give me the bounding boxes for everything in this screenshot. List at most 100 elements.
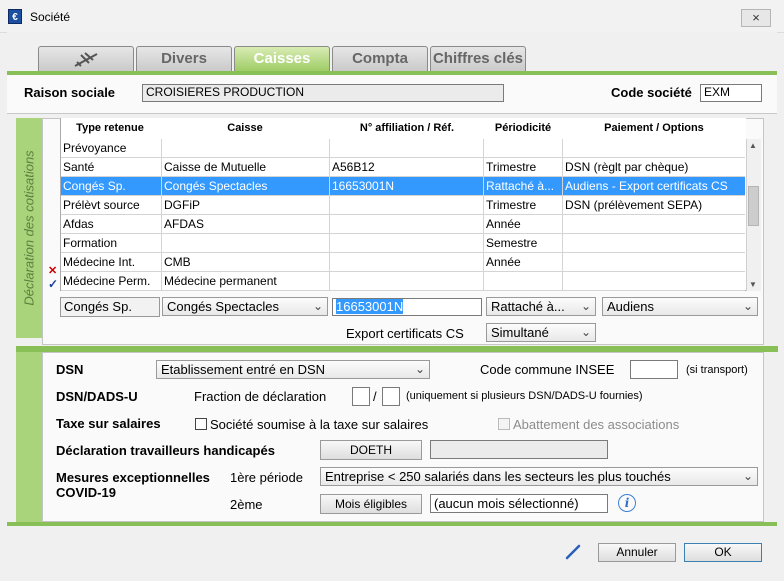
taxe-checkbox-label: Société soumise à la taxe sur salaires [210,417,429,432]
table-row[interactable]: Formation Semestre [61,234,745,253]
table-cell: Congés Sp. [63,179,126,193]
code-societe-label: Code société [611,85,692,100]
column-header-caisse[interactable]: Caisse [162,122,328,134]
grid-divider [329,139,330,291]
chevron-down-icon: ⌄ [414,362,425,376]
table-cell: Semestre [486,236,538,250]
column-header-paiement[interactable]: Paiement / Options [564,122,744,134]
table-row[interactable]: Prélèvt source DGFiP Trimestre DSN (prélève… [61,196,745,215]
column-header-type[interactable]: Type retenue [62,122,158,134]
raison-sociale-field[interactable]: CROISIERES PRODUCTION [142,84,504,102]
taxe-checkbox[interactable] [195,418,207,430]
insee-note: (si transport) [686,364,748,376]
table-row[interactable]: Afdas AFDAS Année [61,215,745,234]
insee-input[interactable] [630,360,678,379]
delete-row-icon[interactable]: ✕ [48,264,57,277]
chevron-down-icon: ⌄ [312,299,323,313]
doeth-button[interactable]: DOETH [320,440,422,460]
chevron-down-icon: ⌄ [742,469,753,483]
table-cell: 16653001N [332,179,395,193]
edit-periodicite-select[interactable]: Rattaché à... ⌄ [486,297,596,316]
title-bar [0,0,784,33]
table-cell: Santé [63,160,95,174]
table-cell: Rattaché à... [486,179,555,193]
scroll-up-icon[interactable]: ▲ [749,141,757,150]
tab-compta[interactable]: Compta [332,46,428,72]
table-row[interactable]: Congés Sp. Congés Spectacles 16653001N Ratt… [61,177,745,196]
export-certificats-label: Export certificats CS [346,326,464,341]
ok-button[interactable]: OK [684,543,762,562]
table-row[interactable]: Médecine Perm. Médecine permanent [61,272,745,291]
validate-row-icon[interactable]: ✓ [48,277,58,291]
insee-label: Code commune INSEE [480,362,615,377]
cotisations-section-band: Déclaration des cotisations [16,118,43,338]
table-cell: Prélèvt source [63,198,140,212]
chevron-down-icon: ⌄ [580,325,591,339]
handicap-label: Déclaration travailleurs handicapés [56,443,275,458]
table-cell: Formation [63,236,118,250]
edit-affiliation-input[interactable]: 16653001N [332,298,482,316]
scroll-thumb[interactable] [748,186,759,226]
dsn-select[interactable]: Etablissement entré en DSN ⌄ [156,360,430,379]
table-cell: Médecine Int. [63,255,136,269]
table-cell: Audiens - Export certificats CS [565,179,728,193]
tab-chiffres-cles[interactable]: Chiffres clés [430,46,526,72]
taxe-label: Taxe sur salaires [56,416,161,431]
export-certificats-select[interactable]: Simultané ⌄ [486,323,596,342]
table-cell: CMB [164,255,191,269]
scroll-down-icon[interactable]: ▼ [749,280,757,289]
plane-icon [74,52,98,67]
pen-icon[interactable] [564,544,584,560]
chevron-down-icon: ⌄ [580,299,591,313]
fraction-label: Fraction de déclaration [194,389,327,404]
grid-divider [483,139,484,291]
mois-eligibles-field[interactable]: (aucun mois sélectionné) [430,494,608,513]
dsn-value: Etablissement entré en DSN [161,362,326,377]
dads-label: DSN/DADS-U [56,389,138,404]
dsn-label: DSN [56,362,84,377]
periode2-label: 2ème [230,497,263,512]
table-cell: Afdas [63,217,94,231]
edit-affiliation-value: 16653001N [336,299,404,314]
column-header-affiliation[interactable]: N° affiliation / Réf. [330,122,484,134]
close-button[interactable]: × [741,9,771,27]
fraction-num-input[interactable] [352,387,370,406]
tab-caisses[interactable]: Caisses [234,46,330,72]
code-societe-field[interactable]: EXM [700,84,762,102]
periode1-value: Entreprise < 250 salariés dans les secte… [325,469,671,484]
column-header-periodicite[interactable]: Périodicité [484,122,562,134]
edit-type-field[interactable]: Congés Sp. [60,297,160,317]
edit-caisse-select[interactable]: Congés Spectacles ⌄ [162,297,328,316]
tab-general[interactable] [38,46,134,72]
table-cell: Médecine permanent [164,274,277,288]
tab-divers[interactable]: Divers [136,46,232,72]
cancel-button[interactable]: Annuler [598,543,676,562]
edit-caisse-value: Congés Spectacles [167,299,280,314]
table-row[interactable]: Prévoyance [61,139,745,158]
edit-paiement-value: Audiens [607,299,654,314]
covid-sublabel: COVID-19 [56,485,116,500]
doeth-field[interactable] [430,440,608,459]
cotisations-section-label: Déclaration des cotisations [21,150,37,306]
table-cell: Prévoyance [63,141,127,155]
table-cell: Caisse de Mutuelle [164,160,267,174]
table-row[interactable]: Médecine Int. CMB Année [61,253,745,272]
table-cell: DSN (règlt par chèque) [565,160,689,174]
table-cell: Trimestre [486,160,537,174]
raison-sociale-label: Raison sociale [24,85,116,100]
table-cell: Médecine Perm. [63,274,151,288]
table-cell: AFDAS [164,217,205,231]
edit-periodicite-value: Rattaché à... [491,299,565,314]
info-icon[interactable]: i [618,494,636,512]
mois-eligibles-button[interactable]: Mois éligibles [320,494,422,514]
edit-paiement-select[interactable]: Audiens ⌄ [602,297,758,316]
periode1-select[interactable]: Entreprise < 250 salariés dans les secte… [320,467,758,486]
fraction-den-input[interactable] [382,387,400,406]
abattement-checkbox[interactable] [498,418,510,430]
table-cell: Année [486,217,521,231]
grid-divider [562,139,563,291]
table-cell: Année [486,255,521,269]
table-row[interactable]: Santé Caisse de Mutuelle A56B12 Trimestre DS… [61,158,745,177]
window-title: Société [30,10,71,24]
table-cell: Trimestre [486,198,537,212]
